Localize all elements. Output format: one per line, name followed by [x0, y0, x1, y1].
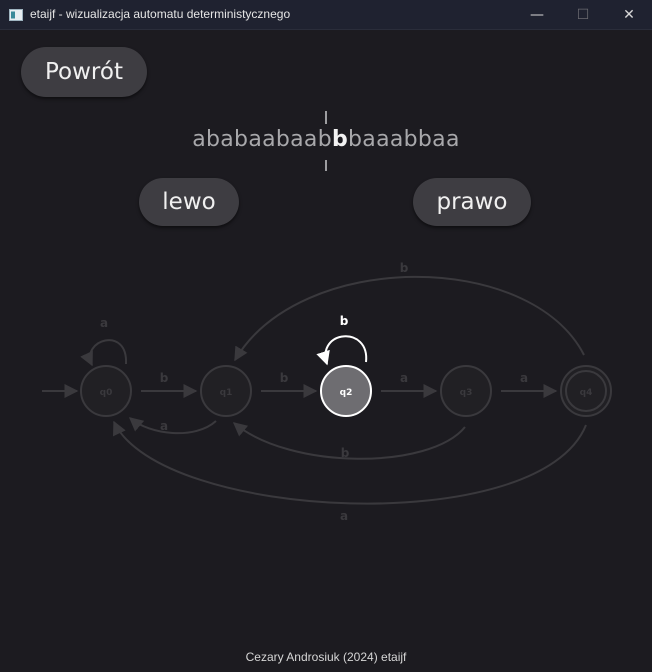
state-q1: q1 [200, 365, 252, 417]
edge-q4-q0 [113, 420, 587, 505]
state-q4-accepting: q4 [560, 365, 612, 417]
state-q2-active: q2 [320, 365, 372, 417]
edge-q0-q0 [80, 339, 128, 367]
edge-q4-q1 [234, 275, 585, 362]
label-q2-q2: b [340, 314, 349, 328]
label-q0-q0: a [100, 316, 108, 330]
label-q2-q3: a [400, 371, 408, 385]
state-label: q3 [460, 388, 473, 398]
edge-q1-q0 [128, 417, 217, 435]
state-label: q1 [220, 388, 233, 398]
edge-q3-q1 [232, 422, 466, 460]
automaton-graph: a b a b b a b a b a q0 q1 q2 q3 q4 [42, 261, 612, 523]
state-q3: q3 [440, 365, 492, 417]
label-q3-q1: b [341, 446, 350, 460]
label-q4-q0: a [340, 509, 348, 523]
label-q0-q1: b [160, 371, 169, 385]
state-label: q2 [340, 388, 353, 398]
footer-credits: Cezary Androsiuk (2024) etaijf [245, 650, 407, 664]
edge-q2-q2 [316, 335, 368, 366]
label-q1-q0: a [160, 419, 168, 433]
state-q0: q0 [80, 365, 132, 417]
state-label: q0 [100, 388, 113, 398]
label-q1-q2: b [280, 371, 289, 385]
label-q4-q1: b [400, 261, 409, 275]
state-label: q4 [580, 388, 593, 398]
label-q3-q4: a [520, 371, 528, 385]
